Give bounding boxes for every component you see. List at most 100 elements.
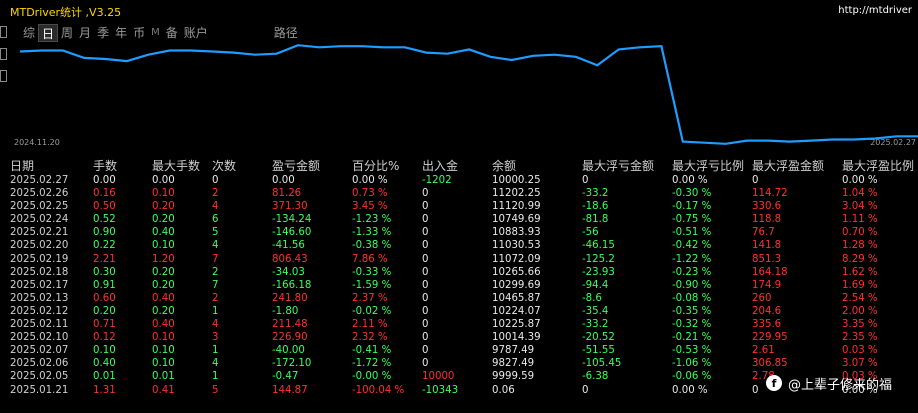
table-cell: 0.73 % (352, 188, 388, 200)
table-cell: 0.00 (152, 175, 175, 186)
table-row[interactable]: 2025.02.17 0.91 0.20 7 -166.18 -1.59 % 0 10299.… (10, 279, 918, 292)
tab-4[interactable]: 季 (94, 24, 112, 42)
table-cell: 2025.02.10 (10, 332, 69, 344)
table-cell: -166.18 (272, 279, 312, 291)
table-cell: 2025.02.12 (10, 305, 69, 317)
table-cell: 0.00 (272, 175, 295, 186)
table-cell: 174.9 (752, 279, 782, 291)
table-row[interactable]: 2025.02.27 0.00 0.00 0 0.00 0.00 % -1202 10000.… (10, 174, 918, 187)
column-header[interactable]: 最大手数 (152, 158, 200, 174)
table-row[interactable]: 2025.02.26 0.16 0.10 2 81.26 0.73 % 0 11202.25 -… (10, 187, 918, 200)
balance-line (19, 44, 918, 145)
table-row[interactable]: 2025.02.06 0.40 0.10 4 -172.10 -1.72 % 0 9827.4… (10, 357, 918, 370)
window-url[interactable]: http://mtdriver (838, 5, 912, 16)
table-cell: -0.75 % (672, 214, 712, 226)
table-cell: 204.6 (752, 305, 782, 317)
table-cell: 7 (212, 279, 219, 291)
column-header[interactable]: 日期 (10, 158, 34, 174)
table-row[interactable]: 2025.02.18 0.30 0.20 2 -34.03 -0.33 % 0 10265.6… (10, 266, 918, 279)
tab-6[interactable]: 币 (130, 24, 148, 42)
tab-5[interactable]: 年 (112, 24, 130, 42)
table-cell: 10225.87 (492, 319, 541, 331)
table-row[interactable]: 2025.02.13 0.60 0.40 2 241.80 2.37 % 0 10465.87… (10, 292, 918, 305)
table-cell: -20.52 (582, 332, 615, 344)
table-cell: 3.04 % (842, 201, 878, 213)
table-cell: 2025.02.20 (10, 240, 69, 252)
table-cell: 0 (422, 214, 429, 226)
table-cell: 10014.39 (492, 332, 541, 344)
table-cell: 2025.02.07 (10, 345, 69, 357)
table-cell: 0 (422, 305, 429, 317)
tab-7[interactable]: M (148, 24, 163, 42)
table-cell: 2.37 % (352, 292, 388, 304)
table-cell: 229.95 (752, 332, 788, 344)
rail-button-2[interactable] (0, 48, 7, 60)
table-cell: 330.6 (752, 201, 782, 213)
column-header[interactable]: 最大浮亏金额 (582, 158, 654, 174)
tab-0[interactable]: 综 (20, 24, 38, 42)
table-row[interactable]: 2025.02.19 2.21 1.20 7 806.43 7.86 % 0 11072.09… (10, 253, 918, 266)
table-cell: 0 (422, 279, 429, 291)
table-row[interactable]: 2025.02.21 0.90 0.40 5 -146.60 -1.33 % 0 10883.… (10, 226, 918, 239)
x-start-label: 2024.11.20 (14, 138, 60, 147)
column-header[interactable]: 最大浮盈比例 (842, 158, 914, 174)
table-cell: -0.38 % (352, 240, 392, 252)
table-cell: 9827.49 (492, 358, 535, 370)
table-cell: 8.29 % (842, 253, 878, 265)
table-cell: 5 (212, 384, 219, 396)
table-row[interactable]: 2025.02.20 0.22 0.10 4 -41.56 -0.38 % 0 11030.5… (10, 239, 918, 252)
column-header[interactable]: 百分比% (352, 158, 399, 174)
column-header[interactable]: 次数 (212, 158, 236, 174)
column-header[interactable]: 手数 (93, 158, 117, 174)
table-cell: 2.32 % (352, 332, 388, 344)
tab-10[interactable]: 路径 (271, 24, 301, 42)
table-cell: 1.20 (152, 253, 175, 265)
table-cell: -0.41 % (352, 345, 392, 357)
table-cell: 2025.02.19 (10, 253, 69, 265)
table-cell: -0.32 % (672, 319, 712, 331)
table-cell: 0.50 (93, 201, 116, 213)
tab-2[interactable]: 周 (58, 24, 76, 42)
column-header[interactable]: 最大浮盈金额 (752, 158, 824, 174)
table-cell: 1 (212, 345, 219, 357)
table-cell: 7 (212, 253, 219, 265)
table-cell: 0.10 (152, 332, 175, 344)
table-cell: -1.06 % (672, 358, 712, 370)
table-cell: 2.35 % (842, 332, 878, 344)
tab-8[interactable]: 备 (163, 24, 181, 42)
table-row[interactable]: 2025.02.25 0.50 0.20 4 371.30 3.45 % 0 11120.99… (10, 200, 918, 213)
table-cell: 241.80 (272, 292, 308, 304)
table-cell: 0.90 (93, 227, 116, 239)
table-row[interactable]: 2025.02.12 0.20 0.20 1 -1.80 -0.02 % 0 10224.07… (10, 305, 918, 318)
daily-stats-table: 日期 手数 最大手数 次数 盈亏金额 百分比% 出入金 余额 最大浮亏金额 最大浮亏比例 最大浮盈金… (10, 158, 918, 397)
column-header[interactable]: 最大浮亏比例 (672, 158, 744, 174)
table-cell: 851.3 (752, 253, 782, 265)
table-cell: -1202 (422, 175, 452, 186)
table-cell: -100.04 % (352, 384, 405, 396)
table-cell: -33.2 (582, 319, 609, 331)
table-row[interactable]: 2025.02.24 0.52 0.20 6 -134.24 -1.23 % 0 10749.… (10, 213, 918, 226)
table-cell: 118.8 (752, 214, 782, 226)
table-cell: 76.7 (752, 227, 775, 239)
table-cell: 0.40 (152, 292, 175, 304)
table-cell: -0.90 % (672, 279, 712, 291)
table-cell: -0.42 % (672, 240, 712, 252)
table-cell: 0 (752, 175, 759, 186)
column-header[interactable]: 盈亏金额 (272, 158, 320, 174)
table-cell: 0 (422, 345, 429, 357)
rail-button-1[interactable] (0, 26, 7, 38)
table-row[interactable]: 2025.02.11 0.71 0.40 4 211.48 2.11 % 0 10225.87… (10, 318, 918, 331)
column-header[interactable]: 余额 (492, 158, 516, 174)
tab-9[interactable]: 账户 (181, 24, 211, 42)
table-row[interactable]: 2025.02.07 0.10 0.10 1 -40.00 -0.41 % 0 9787.49… (10, 344, 918, 357)
tab-3[interactable]: 月 (76, 24, 94, 42)
table-row[interactable]: 2025.02.10 0.12 0.10 3 226.90 2.32 % 0 10014.39… (10, 331, 918, 344)
column-header[interactable]: 出入金 (422, 158, 458, 174)
tab-1[interactable]: 日 (38, 24, 59, 42)
table-cell: 0.10 (152, 240, 175, 252)
table-cell: 1.31 (93, 384, 116, 396)
table-cell: -172.10 (272, 358, 312, 370)
table-cell: 0.20 (93, 305, 116, 317)
rail-button-3[interactable] (0, 70, 7, 82)
table-cell: 0.20 (152, 279, 175, 291)
